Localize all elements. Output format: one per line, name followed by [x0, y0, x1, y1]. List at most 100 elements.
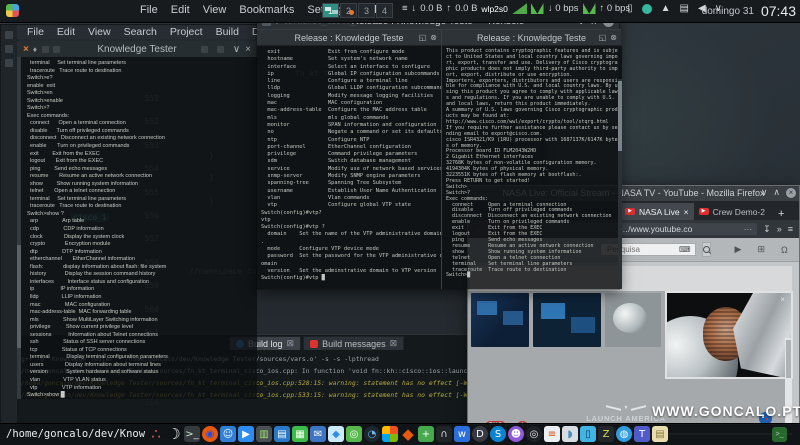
background-terminal-icon[interactable]: >_ [772, 427, 787, 442]
pager-cell[interactable]: 2 [340, 3, 357, 18]
apps-grid-icon[interactable]: ⊞ [757, 244, 765, 255]
pane-close-icon[interactable]: ⊗ [430, 33, 437, 42]
app-launcher-icon[interactable] [6, 4, 19, 17]
terminal-line: traceroute Trace route to destination [27, 67, 122, 74]
mail-stamp-icon[interactable]: ✉ [310, 426, 326, 442]
terminal-pane-config[interactable]: exit Exit from configure mode hostname S… [257, 46, 443, 289]
night-mode-moon-icon[interactable]: ☽ [166, 425, 182, 443]
clipboard-icon[interactable]: ▤ [680, 3, 689, 14]
search-button[interactable] [701, 242, 711, 257]
trash-icon[interactable]: ▯ [627, 3, 633, 14]
headphones-icon[interactable]: ∩ [436, 426, 452, 442]
color-dots-icon[interactable]: ∴ [148, 425, 164, 443]
obs-icon[interactable]: ◎ [526, 426, 542, 442]
teams-icon[interactable]: T [634, 426, 650, 442]
close-icon[interactable]: ⊠ [390, 338, 398, 349]
pager-cell[interactable]: 4 [376, 3, 393, 18]
close-icon[interactable]: × [786, 187, 796, 198]
menu-item[interactable]: File [140, 4, 158, 16]
terminal-scrollbar[interactable] [17, 57, 21, 399]
notes-icon[interactable]: ▤ [652, 426, 668, 442]
expand-icon[interactable]: ◱ [599, 33, 607, 42]
terminal-line: logout Exit from the EXEC [27, 158, 104, 165]
terminal-line: port-channel EtherChannel configuration [261, 143, 411, 150]
terminal-pane-version[interactable]: This product contains cryptographic feat… [441, 46, 622, 289]
terminal-icon[interactable]: >_ [184, 426, 200, 442]
terminal-output: terminal Set terminal line parameters tr… [27, 60, 168, 400]
tab-crew-demo[interactable]: ▶ Crew Demo-2 [694, 203, 770, 220]
tab-close-icon[interactable]: × [684, 207, 689, 217]
terminal-line: Exec commands: [27, 112, 70, 119]
terminal-scrollbar[interactable] [618, 79, 622, 289]
build-tab[interactable]: Build messages ⊠ [303, 336, 405, 350]
wifi-icon[interactable]: ▲ [661, 3, 671, 14]
status-circle-icon[interactable] [641, 3, 652, 14]
tab-nasa-live[interactable]: ▶ NASA Live × [620, 203, 694, 220]
terminal-line: exit Exit from the EXEC [27, 150, 100, 157]
pager-cell[interactable]: 1 [322, 3, 339, 18]
watermark: WWW.GONCALO.PT [652, 403, 800, 419]
clock-widget[interactable]: domingo 31 07:43 [702, 0, 796, 22]
minimize-icon[interactable]: ∨ [761, 187, 768, 198]
page-actions-icon[interactable]: ⋯ [744, 224, 753, 235]
firefox-icon[interactable]: ◉ [202, 426, 218, 442]
menu-item[interactable]: View [203, 4, 227, 16]
shield-icon[interactable]: + [418, 426, 434, 442]
stream-thumbnail[interactable] [533, 293, 601, 347]
upload-video-icon[interactable]: ▶ [735, 244, 742, 255]
contacts-card-icon[interactable]: ≡ [544, 426, 560, 442]
close-icon[interactable]: ⊠ [287, 338, 295, 349]
diamond-icon[interactable]: ◆ [400, 425, 416, 443]
gameboy-icon[interactable]: ▯ [580, 426, 596, 442]
keyboard-icon[interactable]: ⌨ [679, 245, 691, 254]
terminal-line: mac MAC configuration [261, 100, 383, 107]
terminal-line: show Show running system information [27, 180, 138, 187]
new-tab-button[interactable]: + [778, 208, 784, 220]
maximize-icon[interactable]: ∧ [773, 187, 780, 198]
save-page-icon[interactable]: ↧ [763, 224, 771, 235]
terminal-line: . [261, 238, 265, 245]
wave-icon[interactable]: w [454, 426, 470, 442]
hamburger-menu-icon[interactable]: ≡ [788, 224, 793, 234]
terminal-line: sdm Switch database management [261, 158, 411, 165]
youtube-favicon: ▶ [625, 208, 635, 215]
globe-icon[interactable]: ◔ [364, 426, 380, 442]
media-player-icon[interactable]: ▶ [238, 426, 254, 442]
pane-header-right[interactable]: Release : Knowledge Teste ◱ ⊗ [441, 29, 621, 46]
taskbar: /home/goncalo/dev/Know ∴ ☽ >_ ◉ ☺ ▶ ▥ ▤ … [0, 423, 800, 445]
chat-face-icon[interactable]: ☻ [508, 426, 524, 442]
embedded-terminal[interactable]: terminal Set terminal line parameters tr… [17, 57, 257, 399]
shark-icon[interactable]: ◗ [562, 426, 578, 442]
skype-icon[interactable]: S [490, 426, 506, 442]
terminal-line: terminal Set terminal line parameters [27, 195, 127, 202]
taskbar-path-text[interactable]: /home/goncalo/dev/Know [6, 428, 145, 440]
pane-close-icon[interactable]: ⊗ [610, 33, 617, 42]
archive-cabinet-icon[interactable]: ▥ [256, 426, 272, 442]
menu-item[interactable]: Edit [171, 4, 190, 16]
terminal-line: password Set the password for the VTP ad… [261, 253, 443, 260]
notes-icon[interactable]: ≡ [402, 3, 408, 14]
pane-title: Release : Knowledge Teste [294, 32, 404, 43]
pager-cell[interactable]: 3 [358, 3, 375, 18]
pane-header-left[interactable]: Release : Knowledge Teste ◱ ⊗ [257, 29, 441, 46]
terminal-line: etherchannel EtherChannel information [27, 256, 135, 263]
torrent-icon[interactable]: ◍ [616, 426, 632, 442]
cube-3d-icon[interactable]: ◆ [328, 426, 344, 442]
menu-item[interactable]: Bookmarks [239, 4, 294, 16]
stream-thumbnail[interactable] [471, 293, 529, 347]
time-text: 07:43 [760, 3, 796, 19]
notifications-bell-icon[interactable]: Ω [781, 245, 788, 255]
file-manager-icon[interactable]: ☺ [220, 426, 236, 442]
expand-icon[interactable]: ◱ [419, 33, 427, 42]
writer-doc-icon[interactable]: ▤ [274, 426, 290, 442]
terminal-line: logging Modify message logging facilitie… [261, 92, 434, 99]
spreadsheet-icon[interactable]: ▦ [292, 426, 308, 442]
discord-icon[interactable]: D [472, 426, 488, 442]
ms-office-icon[interactable] [382, 426, 398, 442]
stream-thumbnail[interactable] [605, 293, 661, 347]
terminal-line: history Display the session command hist… [27, 271, 156, 278]
overflow-icon[interactable]: » [777, 224, 782, 234]
zip-icon[interactable]: Z [598, 426, 614, 442]
camera-icon[interactable]: ◎ [346, 426, 362, 442]
video-player[interactable]: × [665, 291, 793, 379]
